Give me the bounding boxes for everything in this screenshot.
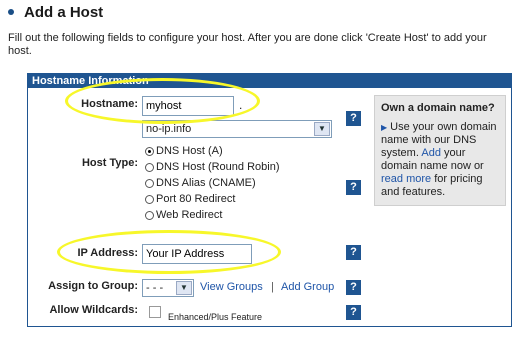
radio-option[interactable]: DNS Alias (CNAME) [145, 175, 280, 191]
help-icon[interactable]: ? [346, 280, 361, 295]
help-icon[interactable]: ? [346, 111, 361, 126]
link-separator: | [271, 281, 274, 293]
chevron-down-icon[interactable]: ▼ [314, 122, 330, 136]
intro-text: Fill out the following fields to configu… [8, 32, 487, 57]
radio-selected[interactable] [145, 146, 154, 156]
view-groups-link[interactable]: View Groups [200, 281, 263, 293]
chevron-down-icon[interactable]: ▼ [176, 281, 192, 295]
radio-button[interactable] [145, 194, 154, 204]
arrow-right-icon: ▶ [381, 123, 388, 132]
radio-button[interactable] [145, 178, 154, 188]
radio-button[interactable] [145, 162, 154, 172]
read-more-link[interactable]: read more [381, 173, 431, 185]
highlight-ellipse [57, 230, 281, 274]
domain-select-value: no-ip.info [146, 123, 192, 135]
help-icon[interactable]: ? [346, 245, 361, 260]
host-type-label: Host Type: [81, 157, 138, 169]
radio-option[interactable]: DNS Host (A) [145, 143, 280, 159]
add-group-link[interactable]: Add Group [281, 281, 334, 293]
radio-option[interactable]: DNS Host (Round Robin) [145, 159, 280, 175]
domain-info-box: Own a domain name? ▶ Use your own domain … [374, 95, 506, 206]
sidebox-title: Own a domain name? [381, 102, 495, 114]
wildcards-label: Allow Wildcards: [49, 304, 138, 316]
group-select[interactable]: - - - ▼ [142, 279, 194, 297]
help-icon[interactable]: ? [346, 180, 361, 195]
page-title: Add a Host [24, 3, 104, 21]
wildcards-note: Enhanced/Plus Feature [168, 312, 263, 322]
add-domain-link[interactable]: Add [421, 147, 441, 159]
host-type-radio-group: DNS Host (A) DNS Host (Round Robin) DNS … [145, 143, 280, 223]
assign-group-label: Assign to Group: [48, 280, 138, 292]
bullet-icon [8, 9, 14, 15]
page-title-row: Add a Host [8, 2, 103, 22]
highlight-ellipse [65, 78, 260, 124]
sidebox-body: ▶ Use your own domain name with our DNS s… [381, 121, 497, 198]
radio-option[interactable]: Port 80 Redirect [145, 191, 280, 207]
help-icon[interactable]: ? [346, 305, 361, 320]
wildcards-checkbox[interactable] [149, 306, 161, 318]
radio-option[interactable]: Web Redirect [145, 207, 280, 223]
radio-button[interactable] [145, 210, 154, 220]
group-select-value: - - - [146, 282, 164, 294]
